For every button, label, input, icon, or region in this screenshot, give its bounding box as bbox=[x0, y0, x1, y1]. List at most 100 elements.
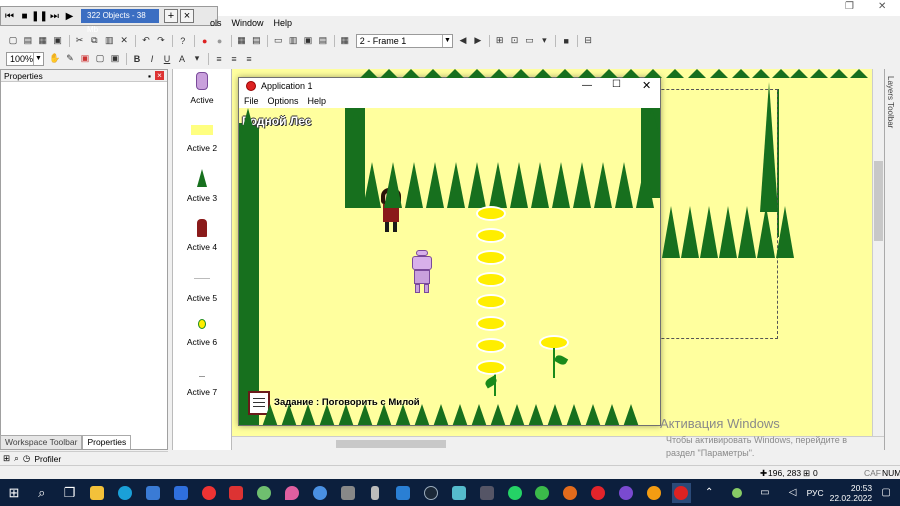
cut-icon[interactable]: ✂ bbox=[73, 34, 87, 47]
orange-app-icon[interactable] bbox=[644, 483, 664, 503]
undo-icon[interactable]: ↶ bbox=[139, 34, 153, 47]
app-menu-help[interactable]: Help bbox=[308, 94, 327, 108]
delete-icon[interactable]: ✕ bbox=[117, 34, 131, 47]
hand-icon[interactable]: ✋ bbox=[48, 52, 62, 65]
save-all-icon[interactable]: ▣ bbox=[51, 34, 65, 47]
build-icon[interactable]: ⊟ bbox=[581, 34, 595, 47]
restart-icon[interactable]: ⏮ bbox=[3, 10, 16, 23]
app-menu-options[interactable]: Options bbox=[268, 94, 299, 108]
image-app-icon[interactable] bbox=[393, 483, 413, 503]
grid-icon[interactable]: ⊞ bbox=[493, 34, 507, 47]
align-right-icon[interactable]: ≡ bbox=[242, 52, 256, 65]
tray-arrow-icon[interactable]: ⌃ bbox=[699, 483, 719, 503]
dropdown-icon[interactable]: ▾ bbox=[537, 34, 551, 47]
battery-icon[interactable]: ▭ bbox=[755, 483, 775, 503]
event-list-icon[interactable]: ▤ bbox=[249, 34, 263, 47]
align-center-icon[interactable]: ≡ bbox=[227, 52, 241, 65]
clock[interactable]: 20:53 22.02.2022 bbox=[830, 483, 873, 503]
redo-icon[interactable]: ↷ bbox=[154, 34, 168, 47]
close-app-icon[interactable]: ✕ bbox=[642, 79, 651, 92]
camera-icon[interactable] bbox=[338, 483, 358, 503]
notification-icon[interactable]: ▢ bbox=[876, 483, 896, 503]
pause-icon[interactable]: ❚❚ bbox=[31, 10, 48, 23]
explorer-icon[interactable] bbox=[87, 483, 107, 503]
maximize-icon[interactable]: ☐ bbox=[612, 79, 621, 90]
search-taskbar-icon[interactable]: ⌕ bbox=[32, 483, 52, 503]
align-left-icon[interactable]: ≡ bbox=[212, 52, 226, 65]
volume-icon[interactable]: ◁ bbox=[783, 483, 803, 503]
object-item[interactable]: Active 5 bbox=[173, 272, 231, 303]
edit-icon[interactable]: ✎ bbox=[63, 52, 77, 65]
display-icon[interactable]: ▭ bbox=[523, 34, 537, 47]
search-icon[interactable]: ⌕ bbox=[14, 453, 19, 464]
black-square-icon[interactable]: ■ bbox=[559, 34, 573, 47]
help-icon[interactable]: ? bbox=[176, 34, 190, 47]
menu-help[interactable]: Help bbox=[274, 16, 293, 30]
menu-tools[interactable]: ols bbox=[210, 16, 222, 30]
yandex-icon[interactable] bbox=[199, 483, 219, 503]
underline-button[interactable]: U bbox=[160, 52, 174, 65]
frame-properties-icon[interactable]: ▦ bbox=[338, 34, 352, 47]
red-app-icon[interactable] bbox=[227, 483, 247, 503]
close-panel-icon[interactable]: × bbox=[155, 71, 164, 80]
bold-button[interactable]: B bbox=[130, 52, 144, 65]
windows-start-icon[interactable]: ⊞ bbox=[4, 483, 24, 503]
forward-icon[interactable]: ● bbox=[213, 34, 227, 47]
store-icon[interactable] bbox=[143, 483, 163, 503]
italic-button[interactable]: I bbox=[145, 52, 159, 65]
tool-box-icon[interactable]: ▢ bbox=[93, 52, 107, 65]
profiler-label[interactable]: Profiler bbox=[34, 454, 61, 464]
application-window[interactable]: Application 1 — ☐ ✕ File Options Help Ро… bbox=[238, 77, 661, 426]
object-item[interactable]: Active 4 bbox=[173, 219, 231, 252]
fusion-app-icon[interactable] bbox=[671, 482, 692, 503]
game-canvas[interactable]: Родной Лес Задание: Поговорить с Милой bbox=[239, 108, 660, 425]
drop-app-icon[interactable] bbox=[282, 483, 302, 503]
mail-icon[interactable] bbox=[171, 483, 191, 503]
object-item[interactable]: Active 2 bbox=[173, 125, 231, 153]
tool-red-icon[interactable]: ▣ bbox=[78, 52, 92, 65]
color-dropdown-icon[interactable]: ▾ bbox=[190, 52, 204, 65]
tray-app-icon[interactable] bbox=[727, 483, 747, 503]
stop-icon[interactable]: ■ bbox=[18, 10, 31, 23]
browser-icon[interactable] bbox=[310, 483, 330, 503]
usb-icon[interactable] bbox=[366, 483, 386, 503]
data-elements-icon[interactable]: ▣ bbox=[301, 34, 315, 47]
back-icon[interactable]: ● bbox=[198, 34, 212, 47]
edge-icon[interactable] bbox=[115, 483, 135, 503]
purple-app-icon[interactable] bbox=[616, 483, 636, 503]
photos-icon[interactable] bbox=[254, 483, 274, 503]
paste-icon[interactable]: ▥ bbox=[102, 34, 116, 47]
vscroll-thumb[interactable] bbox=[874, 161, 883, 241]
tool-dark-icon[interactable]: ▣ bbox=[108, 52, 122, 65]
save-icon[interactable]: ▦ bbox=[36, 34, 50, 47]
task-view-icon[interactable]: ❐ bbox=[60, 483, 80, 503]
minimize-icon[interactable]: — bbox=[582, 80, 592, 91]
add-button[interactable]: + bbox=[164, 9, 178, 23]
play-icon[interactable]: ▶ bbox=[63, 10, 76, 23]
tab-workspace-toolbar[interactable]: Workspace Toolbar bbox=[0, 435, 83, 449]
next-frame-icon[interactable]: ⏭ bbox=[48, 10, 61, 23]
app-menu-file[interactable]: File bbox=[244, 94, 259, 108]
zoom-select[interactable]: 100% ▼ bbox=[6, 51, 44, 66]
object-item[interactable]: Active 3 bbox=[173, 169, 231, 203]
copy-icon[interactable]: ⧉ bbox=[87, 34, 101, 47]
zoom-icon[interactable]: ⊡ bbox=[508, 34, 522, 47]
clock-icon[interactable]: ◷ bbox=[23, 453, 30, 464]
next-frame-nav-icon[interactable]: ▶ bbox=[471, 34, 485, 47]
restore-icon[interactable]: ❐ bbox=[845, 0, 854, 14]
frame-list-icon[interactable]: ▤ bbox=[316, 34, 330, 47]
vertical-scrollbar[interactable] bbox=[872, 69, 884, 436]
open-icon[interactable]: ▤ bbox=[21, 34, 35, 47]
pin-icon[interactable]: ▪ bbox=[148, 71, 151, 81]
object-item[interactable]: Active 7 bbox=[173, 374, 231, 397]
firefox-icon[interactable] bbox=[560, 483, 580, 503]
event-editor-icon[interactable]: ▥ bbox=[286, 34, 300, 47]
language-indicator[interactable]: РУС bbox=[807, 488, 824, 498]
object-item[interactable]: Active 6 bbox=[173, 319, 231, 347]
frame-editor-icon[interactable]: ▭ bbox=[271, 34, 285, 47]
opera-icon[interactable] bbox=[588, 483, 608, 503]
hscroll-thumb[interactable] bbox=[336, 440, 446, 448]
menu-window[interactable]: Window bbox=[232, 16, 264, 30]
storyboard-icon[interactable]: ▦ bbox=[235, 34, 249, 47]
object-item[interactable]: Active bbox=[173, 72, 231, 105]
